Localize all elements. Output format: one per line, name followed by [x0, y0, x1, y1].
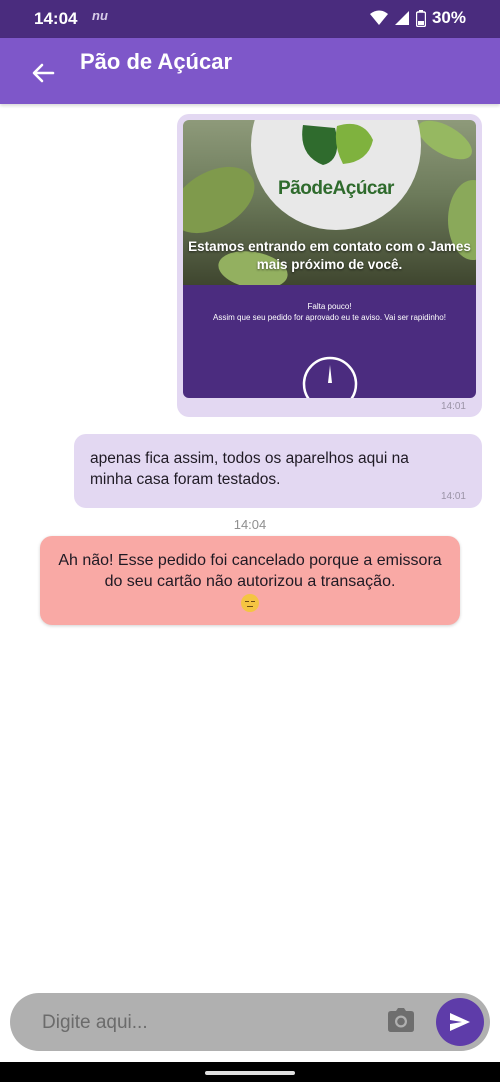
image-small-title: Falta pouco! — [307, 302, 352, 311]
alert-text: Ah não! Esse pedido foi cancelado porque… — [58, 552, 442, 590]
signal-icon — [394, 11, 409, 25]
message-time: 14:01 — [440, 491, 466, 502]
image-caption: Estamos entrando em contato com o James … — [188, 239, 471, 272]
camera-icon[interactable] — [388, 1008, 414, 1032]
logo-text: PãodeAçúcar — [278, 178, 394, 199]
status-bar: 14:04 nu 30% — [0, 0, 500, 38]
alert-message: Ah não! Esse pedido foi cancelado porque… — [52, 550, 448, 613]
pao-de-acucar-logo-icon — [302, 123, 373, 165]
image-small-body: Assim que seu pedido for aprovado eu te … — [213, 313, 446, 322]
sad-emoji-icon — [241, 593, 259, 612]
order-status-image[interactable]: PãodeAçúcar Estamos entrando em contato … — [183, 120, 476, 398]
clock-icon — [302, 356, 358, 398]
image-info-panel: Falta pouco! Assim que seu pedido for ap… — [183, 285, 476, 398]
message-time: 14:01 — [440, 401, 466, 412]
wifi-icon — [369, 10, 388, 25]
send-button[interactable] — [436, 998, 484, 1046]
text-message-bubble[interactable]: apenas fica assim, todos os aparelhos aq… — [74, 434, 482, 508]
back-arrow-icon[interactable] — [28, 58, 58, 88]
app-bar: Pão de Açúcar — [0, 38, 500, 104]
image-small-text: Falta pouco! Assim que seu pedido for ap… — [203, 301, 456, 323]
battery-percent: 30% — [431, 8, 466, 27]
message-composer — [10, 993, 490, 1051]
notification-app-icon: nu — [92, 8, 108, 23]
battery-icon — [415, 9, 426, 27]
image-message-bubble[interactable]: PãodeAçúcar Estamos entrando em contato … — [177, 114, 482, 417]
page-title: Pão de Açúcar — [80, 49, 233, 74]
image-banner: PãodeAçúcar Estamos entrando em contato … — [183, 120, 476, 285]
message-text: apenas fica assim, todos os aparelhos aq… — [90, 450, 409, 488]
date-divider: 14:04 — [233, 517, 267, 532]
system-nav-bar — [0, 1062, 500, 1082]
send-icon — [450, 1013, 470, 1031]
home-gesture-handle[interactable] — [205, 1071, 295, 1075]
alert-message-bubble[interactable]: Ah não! Esse pedido foi cancelado porque… — [40, 536, 460, 625]
status-time: 14:04 — [34, 9, 78, 28]
message-input[interactable] — [40, 1003, 364, 1043]
status-indicators: 30% — [369, 8, 466, 28]
